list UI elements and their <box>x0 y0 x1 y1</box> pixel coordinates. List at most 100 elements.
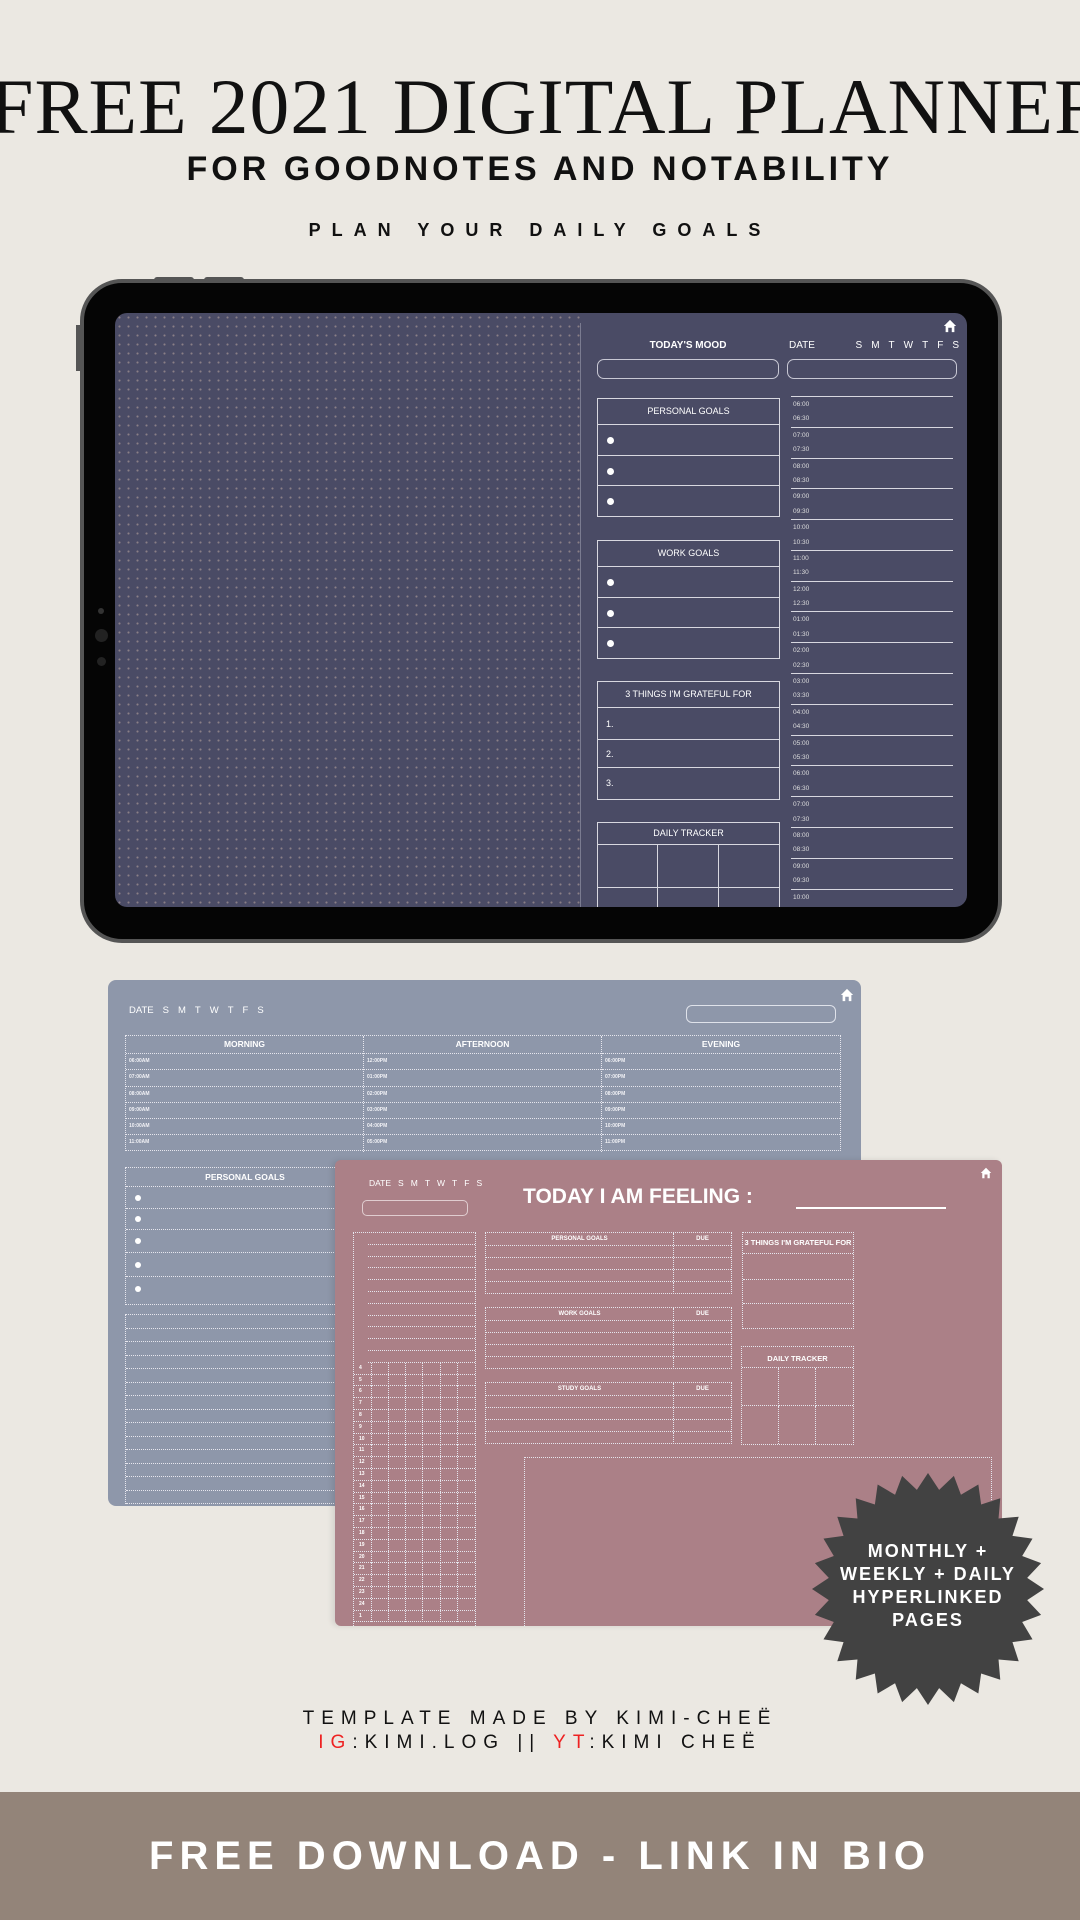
habit-cell[interactable] <box>406 1610 424 1622</box>
habit-cell[interactable] <box>423 1610 441 1622</box>
habit-cell[interactable] <box>372 1421 390 1433</box>
ig-handle[interactable]: :KIMI.LOG || <box>352 1732 541 1753</box>
time-slot[interactable]: 09:00AM <box>126 1103 363 1120</box>
time-slot[interactable]: 11:00 <box>791 549 953 565</box>
grateful-row[interactable] <box>743 1280 853 1304</box>
habit-cell[interactable] <box>372 1575 390 1587</box>
goal-row[interactable] <box>486 1246 731 1258</box>
day-letter[interactable]: W <box>210 1005 219 1016</box>
habit-cell[interactable] <box>406 1362 424 1374</box>
time-slot[interactable]: 10:30 <box>791 535 953 550</box>
habit-cell[interactable] <box>372 1398 390 1410</box>
habit-cell[interactable] <box>441 1480 458 1492</box>
time-slot[interactable]: 05:00 <box>791 734 953 750</box>
note-line[interactable] <box>126 1396 364 1410</box>
habit-cell[interactable] <box>423 1492 441 1504</box>
habit-cell[interactable] <box>441 1457 458 1469</box>
habit-cell[interactable] <box>372 1457 390 1469</box>
note-line[interactable] <box>126 1369 364 1383</box>
due-cell[interactable] <box>674 1258 731 1269</box>
goal-cell[interactable] <box>486 1420 674 1431</box>
habit-cell[interactable] <box>406 1374 424 1386</box>
grid-row[interactable] <box>368 1292 475 1304</box>
due-cell[interactable] <box>674 1321 731 1332</box>
habit-row[interactable]: 17 <box>354 1516 475 1528</box>
habit-cell[interactable] <box>441 1492 458 1504</box>
notes-lines[interactable] <box>125 1314 365 1504</box>
habit-row[interactable]: 4 <box>354 1362 475 1375</box>
goal-row[interactable] <box>486 1321 731 1333</box>
time-slot[interactable]: 04:00PM <box>364 1119 601 1136</box>
habit-cell[interactable] <box>423 1516 441 1528</box>
time-slot[interactable]: 04:30 <box>791 719 953 734</box>
time-slot[interactable]: 06:00 <box>791 396 953 411</box>
grateful-row[interactable] <box>743 1254 853 1280</box>
goal-cell[interactable] <box>486 1396 674 1407</box>
grateful-row[interactable] <box>743 1304 853 1328</box>
habit-row[interactable]: 21 <box>354 1563 475 1576</box>
due-cell[interactable] <box>674 1270 731 1281</box>
habit-row[interactable]: 24 <box>354 1598 475 1611</box>
habit-cell[interactable] <box>441 1468 458 1480</box>
habit-cell[interactable] <box>406 1457 424 1469</box>
time-slot[interactable]: 03:00PM <box>364 1103 601 1120</box>
goal-cell[interactable] <box>486 1345 674 1356</box>
tracker-cell[interactable] <box>719 888 779 907</box>
time-slot[interactable]: 11:00PM <box>602 1135 840 1151</box>
day-letter[interactable]: F <box>464 1178 469 1188</box>
grid-row[interactable] <box>368 1245 475 1257</box>
habit-cell[interactable] <box>423 1563 441 1575</box>
habit-cell[interactable] <box>389 1433 407 1445</box>
habit-cell[interactable] <box>389 1421 407 1433</box>
habit-cell[interactable] <box>406 1504 424 1516</box>
habit-cell[interactable] <box>389 1586 407 1598</box>
note-line[interactable] <box>126 1342 364 1356</box>
habit-cell[interactable] <box>423 1598 441 1610</box>
habit-cell[interactable] <box>441 1610 458 1622</box>
habit-cell[interactable] <box>441 1409 458 1421</box>
habit-cell[interactable] <box>372 1504 390 1516</box>
grid-row[interactable] <box>368 1339 475 1351</box>
habit-cell[interactable] <box>406 1468 424 1480</box>
yt-handle[interactable]: :KIMI CHEË <box>589 1732 761 1753</box>
habit-cell[interactable] <box>406 1421 424 1433</box>
day-letter[interactable]: S <box>476 1178 482 1188</box>
habit-cell[interactable] <box>389 1598 407 1610</box>
tracker-cell[interactable] <box>816 1406 853 1444</box>
day-letter[interactable]: S <box>398 1178 404 1188</box>
habit-cell[interactable] <box>458 1398 475 1409</box>
time-slot[interactable]: 10:00PM <box>602 1119 840 1136</box>
tracker-cell[interactable] <box>816 1368 853 1406</box>
goal-row[interactable] <box>598 567 779 598</box>
grid-row[interactable] <box>368 1304 475 1316</box>
habit-cell[interactable] <box>406 1598 424 1610</box>
habit-cell[interactable] <box>372 1386 390 1398</box>
day-letter[interactable]: T <box>195 1005 201 1016</box>
tracker-cell[interactable] <box>658 845 719 888</box>
habit-row[interactable]: 18 <box>354 1527 475 1540</box>
goal-row[interactable] <box>486 1258 731 1270</box>
time-slot[interactable]: 08:00 <box>791 457 953 473</box>
habit-cell[interactable] <box>406 1433 424 1445</box>
habit-cell[interactable] <box>389 1610 407 1622</box>
note-line[interactable] <box>126 1437 364 1450</box>
grid-row[interactable] <box>368 1257 475 1269</box>
day-letter[interactable]: T <box>922 340 928 351</box>
time-slot[interactable]: 11:30 <box>791 565 953 580</box>
habit-row[interactable]: 23 <box>354 1586 475 1599</box>
time-slot[interactable]: 12:30 <box>791 596 953 611</box>
due-cell[interactable] <box>674 1246 731 1257</box>
note-line[interactable] <box>126 1315 364 1329</box>
habit-cell[interactable] <box>406 1516 424 1528</box>
time-slot[interactable]: 12:00PM <box>364 1054 601 1071</box>
home-icon[interactable] <box>943 319 957 333</box>
tracker-cell[interactable] <box>742 1406 779 1444</box>
day-letter[interactable]: M <box>411 1178 418 1188</box>
habit-cell[interactable] <box>389 1539 407 1551</box>
goal-cell[interactable] <box>486 1357 674 1369</box>
time-slot[interactable]: 06:00AM <box>126 1054 363 1071</box>
habit-cell[interactable] <box>423 1362 441 1374</box>
tracker-cell[interactable] <box>742 1368 779 1406</box>
habit-row[interactable]: 6 <box>354 1386 475 1399</box>
habit-cell[interactable] <box>389 1480 407 1492</box>
